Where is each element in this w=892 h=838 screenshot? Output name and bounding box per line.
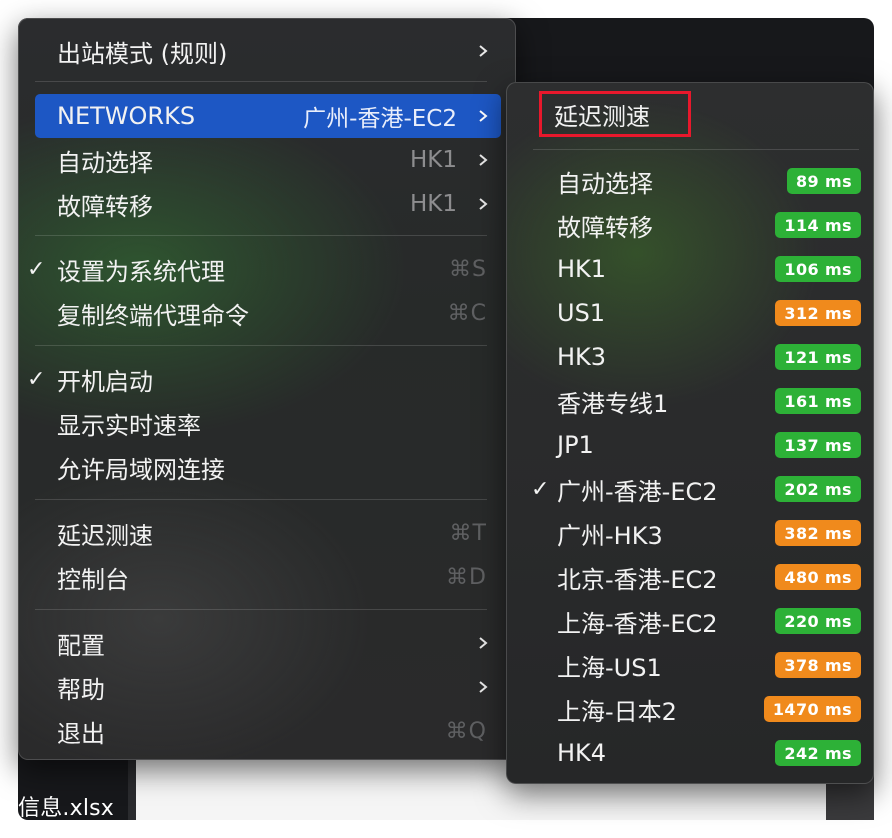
- menu-item-show-speed[interactable]: 显示实时速率: [35, 401, 501, 445]
- proxy-name: 北京-香港-EC2: [557, 565, 718, 594]
- proxy-item[interactable]: 香港专线1 161 ms: [523, 379, 861, 423]
- menu-item-config[interactable]: 配置: [35, 621, 501, 665]
- latency-badge: 137 ms: [775, 432, 861, 458]
- menu-item-detail: HK1: [409, 147, 457, 173]
- menu-item-label: 显示实时速率: [57, 411, 201, 440]
- proxy-name: 广州-香港-EC2: [557, 477, 718, 506]
- chevron-right-icon: [479, 681, 488, 693]
- background-file-label[interactable]: 信息.xlsx: [18, 790, 114, 822]
- proxy-item[interactable]: JP1 137 ms: [523, 423, 861, 467]
- menu-item-detail: 广州-香港-EC2: [303, 106, 457, 132]
- menu-item-set-system-proxy[interactable]: ✓ 设置为系统代理 ⌘S: [27, 247, 501, 291]
- chevron-right-icon: [479, 110, 488, 122]
- proxy-submenu: 延迟测速 自动选择 89 ms 故障转移 114 ms HK1 106 ms US1 312 …: [506, 82, 874, 784]
- proxy-item[interactable]: HK1 106 ms: [523, 247, 861, 291]
- menu-item-copy-terminal-command[interactable]: 复制终端代理命令 ⌘C: [35, 291, 501, 335]
- latency-badge: 220 ms: [775, 608, 861, 634]
- separator: [35, 81, 487, 82]
- proxy-name: 广州-HK3: [557, 521, 663, 550]
- proxy-item[interactable]: 上海-日本2 1470 ms: [523, 687, 861, 731]
- checkmark-icon: ✓: [27, 256, 46, 282]
- latency-badge: 114 ms: [775, 212, 861, 238]
- chevron-right-icon: [479, 154, 488, 166]
- menu-item-networks[interactable]: NETWORKS 广州-香港-EC2: [35, 94, 501, 138]
- latency-badge: 161 ms: [775, 388, 861, 414]
- main-menu: 出站模式 (规则) NETWORKS 广州-香港-EC2 自动选择 HK1 故障…: [18, 18, 516, 760]
- proxy-name: 上海-日本2: [557, 697, 677, 726]
- menu-item-label: 自动选择: [57, 148, 153, 177]
- proxy-name: HK4: [557, 739, 607, 767]
- separator: [35, 235, 487, 236]
- latency-badge: 106 ms: [775, 256, 861, 282]
- latency-badge: 242 ms: [775, 740, 861, 766]
- menu-item-label: 设置为系统代理: [57, 257, 225, 286]
- menu-item-quit[interactable]: 退出 ⌘Q: [35, 709, 501, 753]
- proxy-item[interactable]: HK4 242 ms: [523, 731, 861, 775]
- proxy-name: 上海-香港-EC2: [557, 609, 718, 638]
- chevron-right-icon: [479, 637, 488, 649]
- proxy-name: 自动选择: [557, 169, 653, 198]
- proxy-item[interactable]: ✓ 广州-香港-EC2 202 ms: [523, 467, 861, 511]
- proxy-item[interactable]: 上海-US1 378 ms: [523, 643, 861, 687]
- proxy-item[interactable]: 北京-香港-EC2 480 ms: [523, 555, 861, 599]
- menu-item-label: 出站模式 (规则): [57, 39, 228, 68]
- proxy-item[interactable]: 故障转移 114 ms: [523, 203, 861, 247]
- keyboard-shortcut: ⌘Q: [445, 718, 487, 744]
- chevron-right-icon: [479, 198, 488, 210]
- menu-item-failover[interactable]: 故障转移 HK1: [35, 182, 501, 226]
- menu-item-label: 配置: [57, 631, 105, 660]
- proxy-name: 上海-US1: [557, 653, 662, 682]
- keyboard-shortcut: ⌘T: [449, 520, 487, 546]
- latency-badge: 312 ms: [775, 300, 861, 326]
- chevron-right-icon: [479, 45, 488, 57]
- proxy-item[interactable]: 广州-HK3 382 ms: [523, 511, 861, 555]
- proxy-name: HK1: [557, 255, 607, 283]
- proxy-name: US1: [557, 299, 606, 327]
- proxy-name: 故障转移: [557, 213, 653, 242]
- menu-item-label: 帮助: [57, 675, 105, 704]
- keyboard-shortcut: ⌘C: [447, 300, 487, 326]
- menu-item-label: 允许局域网连接: [57, 455, 225, 484]
- menu-item-outbound-mode[interactable]: 出站模式 (规则): [35, 29, 501, 73]
- separator: [35, 345, 487, 346]
- latency-badge: 1470 ms: [763, 696, 861, 722]
- proxy-item[interactable]: US1 312 ms: [523, 291, 861, 335]
- menu-item-label: NETWORKS: [57, 102, 196, 130]
- proxy-name: 香港专线1: [557, 389, 669, 418]
- menu-item-label: 退出: [57, 719, 105, 748]
- background-divider: [128, 760, 136, 820]
- latency-badge: 378 ms: [775, 652, 861, 678]
- menu-item-label: 开机启动: [57, 367, 153, 396]
- menu-item-allow-lan[interactable]: 允许局域网连接: [35, 445, 501, 489]
- separator: [35, 609, 487, 610]
- menu-item-latency-test[interactable]: 延迟测速 ⌘T: [35, 511, 501, 555]
- menu-item-help[interactable]: 帮助: [35, 665, 501, 709]
- menu-item-label: 故障转移: [57, 192, 153, 221]
- menu-item-label: 延迟测速: [57, 521, 153, 550]
- menu-item-launch-at-login[interactable]: ✓ 开机启动: [27, 357, 501, 401]
- checkmark-icon: ✓: [27, 366, 46, 392]
- proxy-name: JP1: [557, 431, 594, 459]
- menu-item-detail: HK1: [409, 191, 457, 217]
- proxy-name: HK3: [557, 343, 607, 371]
- latency-badge: 121 ms: [775, 344, 861, 370]
- menu-item-label: 复制终端代理命令: [57, 301, 249, 330]
- submenu-latency-test[interactable]: 延迟测速: [539, 91, 691, 137]
- latency-badge: 480 ms: [775, 564, 861, 590]
- keyboard-shortcut: ⌘S: [449, 256, 487, 282]
- menu-item-dashboard[interactable]: 控制台 ⌘D: [35, 555, 501, 599]
- keyboard-shortcut: ⌘D: [446, 564, 487, 590]
- menu-item-auto-select[interactable]: 自动选择 HK1: [35, 138, 501, 182]
- checkmark-icon: ✓: [531, 476, 550, 502]
- latency-badge: 89 ms: [786, 168, 861, 194]
- menu-item-label: 控制台: [57, 565, 129, 594]
- proxy-item[interactable]: 上海-香港-EC2 220 ms: [523, 599, 861, 643]
- proxy-item[interactable]: 自动选择 89 ms: [523, 159, 861, 203]
- latency-badge: 382 ms: [775, 520, 861, 546]
- latency-badge: 202 ms: [775, 476, 861, 502]
- separator: [533, 149, 859, 150]
- proxy-item[interactable]: HK3 121 ms: [523, 335, 861, 379]
- separator: [35, 499, 487, 500]
